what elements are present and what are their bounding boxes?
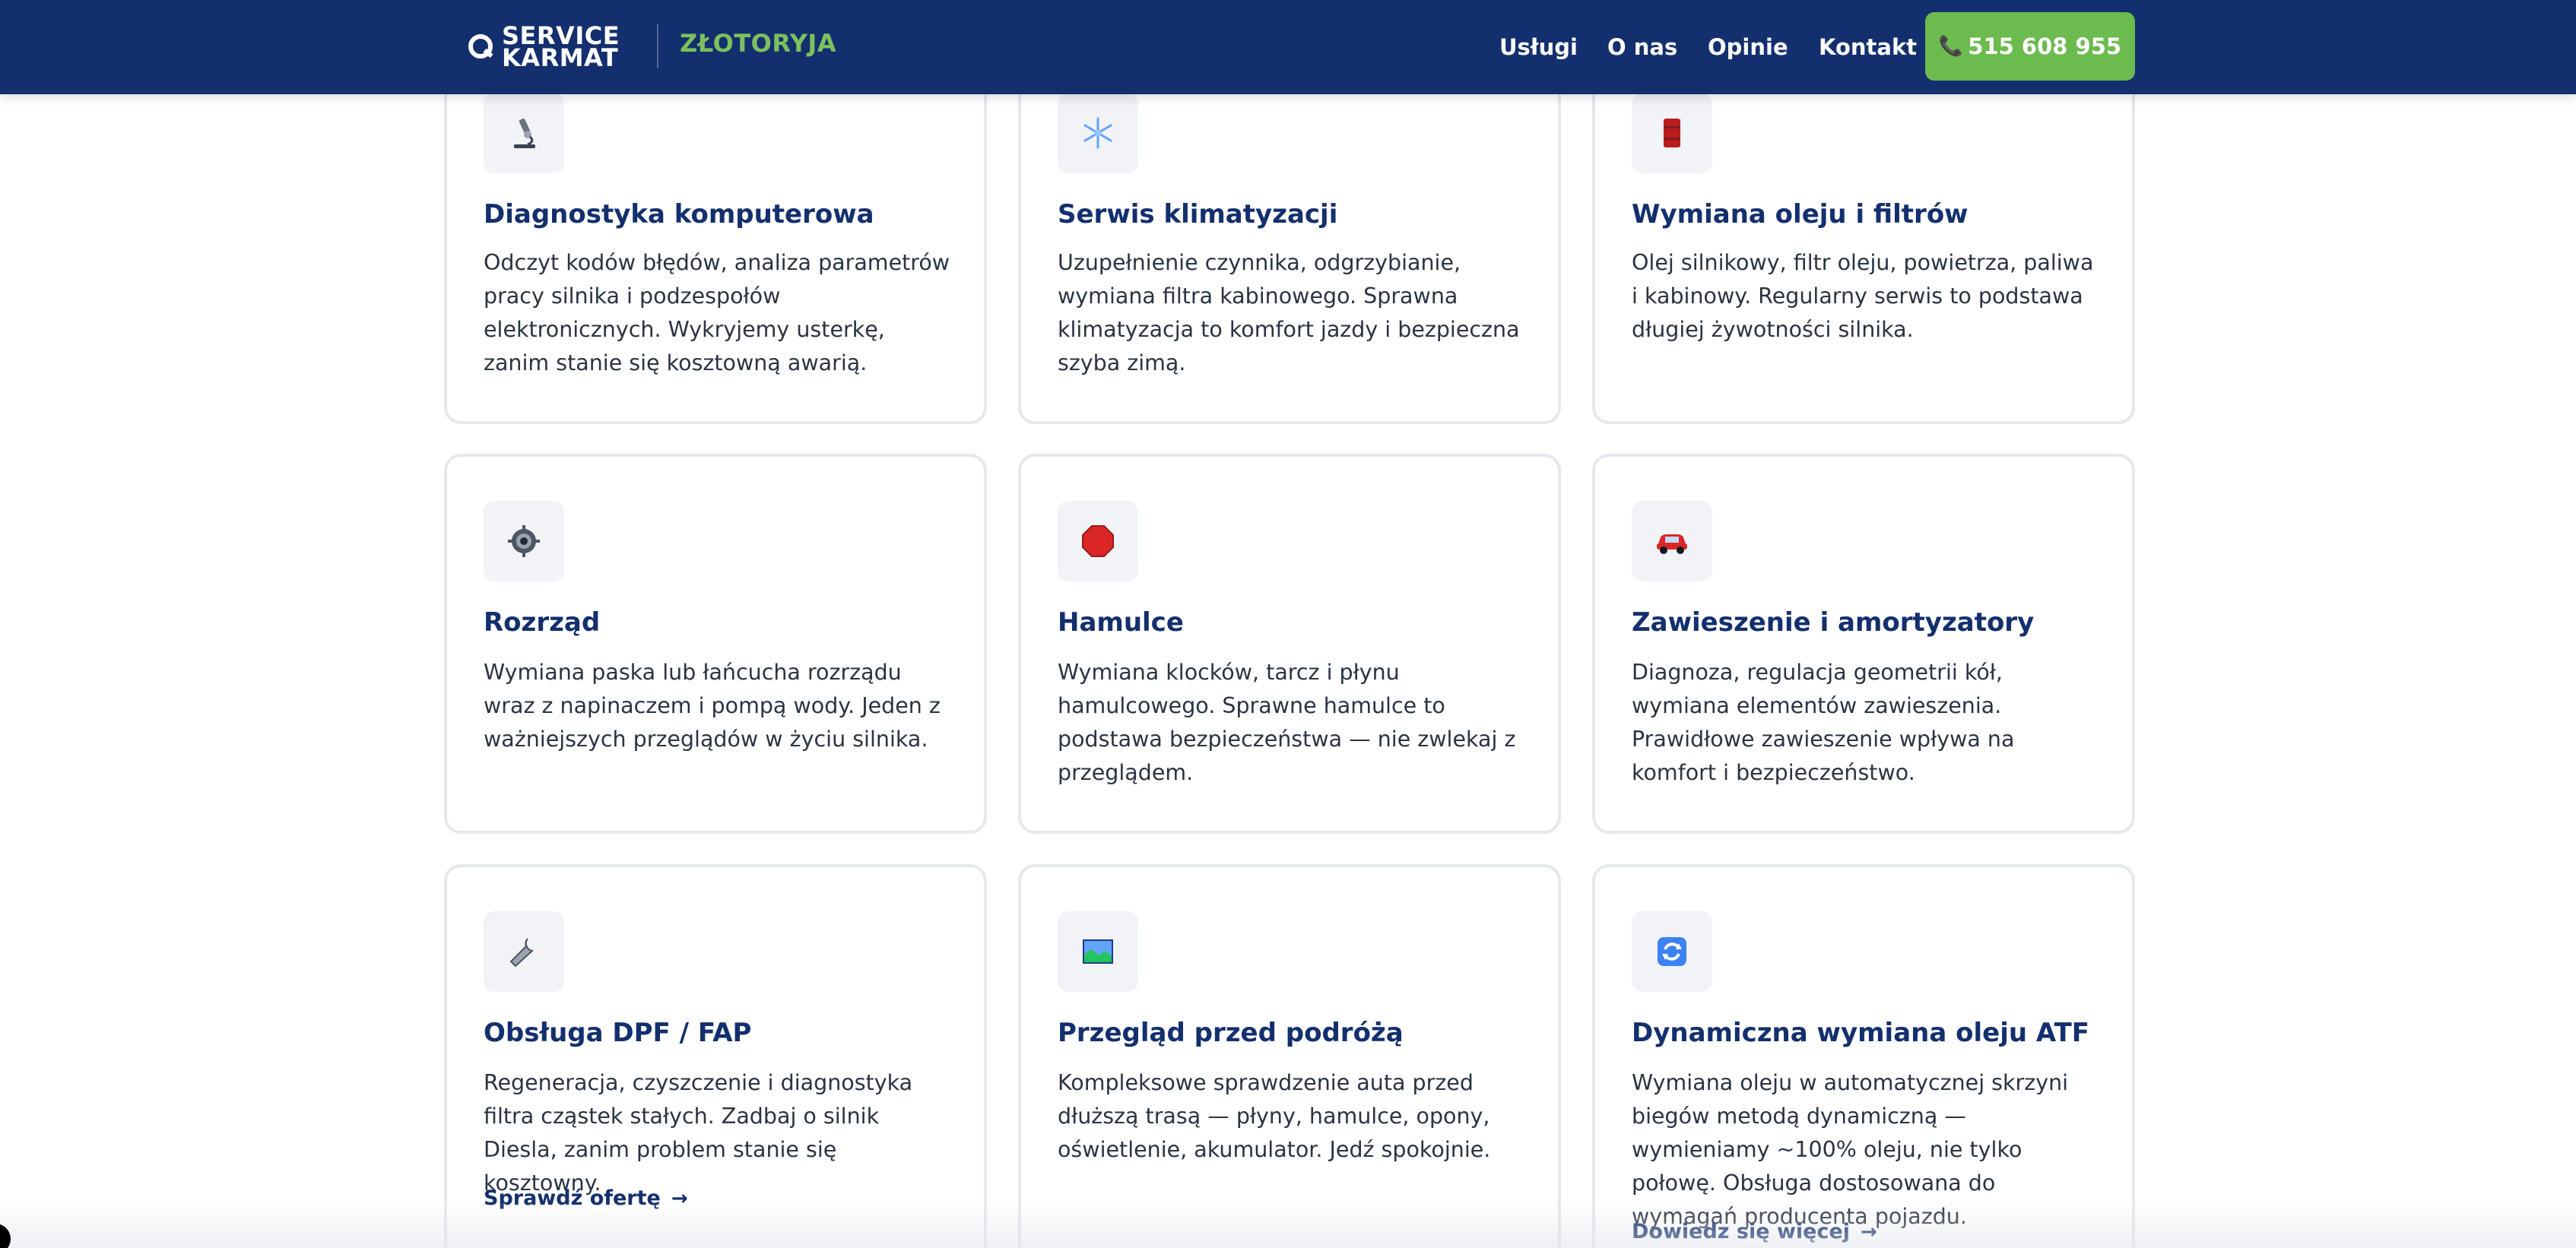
- learn-more-link-label: Dowiedz się więcej: [1632, 1220, 1851, 1243]
- service-title: Rozrząd: [484, 607, 601, 638]
- service-description: Diagnoza, regulacja geometrii kół, wymia…: [1632, 660, 2015, 785]
- service-card-diagnostyka[interactable]: Diagnostyka komputerowa Odczyt kodów błę…: [444, 65, 987, 424]
- service-title: Dynamiczna wymiana oleju ATF: [1632, 1018, 2089, 1048]
- site-header: SERVICE KARMAT ZŁOTORYJA Usługi O nas Op…: [0, 0, 2576, 94]
- phone-number: 515 608 955: [1968, 33, 2122, 59]
- logo-text-karmat: KARMAT: [502, 43, 619, 72]
- nav-link-kontakt[interactable]: Kontakt: [1819, 34, 1917, 60]
- arrow-right-icon: →: [671, 1186, 688, 1210]
- service-card-przeglad[interactable]: Przegląd przed podróżą Kompleksowe spraw…: [1018, 864, 1561, 1248]
- refresh-icon: [1632, 911, 1712, 992]
- service-title: Wymiana oleju i filtrów: [1632, 199, 1968, 230]
- logo-mark-icon: [467, 33, 496, 62]
- phone-icon: 📞: [1938, 35, 1964, 58]
- nav-item-uslugi[interactable]: Usługi: [1499, 0, 1578, 94]
- corner-artifact: [0, 1224, 11, 1248]
- service-card-hamulce[interactable]: Hamulce Wymiana klocków, tarcz i płynu h…: [1018, 454, 1561, 834]
- service-description: Wymiana klocków, tarcz i płynu hamulcowe…: [1058, 660, 1516, 785]
- service-description: Uzupełnienie czynnika, odgrzybianie, wym…: [1058, 250, 1520, 375]
- phone-call-button[interactable]: 📞 515 608 955: [1925, 12, 2135, 81]
- nav-link-onas[interactable]: O nas: [1607, 34, 1677, 60]
- service-title: Obsługa DPF / FAP: [484, 1018, 752, 1048]
- wrench-icon: [484, 911, 564, 992]
- service-description: Wymiana oleju w automatycznej skrzyni bi…: [1632, 1070, 2069, 1229]
- arrow-right-icon: →: [1861, 1220, 1877, 1243]
- microscope-icon: [484, 93, 564, 173]
- map-icon: [1058, 911, 1138, 992]
- page: Diagnostyka komputerowa Odczyt kodów błę…: [0, 0, 2576, 1248]
- service-title: Przegląd przed podróżą: [1058, 1018, 1404, 1048]
- service-card-atf[interactable]: Dynamiczna wymiana oleju ATF Wymiana ole…: [1592, 864, 2135, 1248]
- nav-item-opinie[interactable]: Opinie: [1708, 0, 1788, 94]
- service-card-zawieszenie[interactable]: Zawieszenie i amortyzatory Diagnoza, reg…: [1592, 454, 2135, 834]
- service-card-klimatyzacja[interactable]: Serwis klimatyzacji Uzupełnienie czynnik…: [1018, 65, 1561, 424]
- car-icon: [1632, 501, 1712, 581]
- gear-icon: [484, 501, 564, 581]
- nav-item-kontakt[interactable]: Kontakt: [1819, 0, 1917, 94]
- snowflake-icon: [1058, 93, 1138, 173]
- service-title: Serwis klimatyzacji: [1058, 199, 1338, 230]
- service-title: Zawieszenie i amortyzatory: [1632, 607, 2035, 638]
- service-description: Wymiana paska lub łańcucha rozrządu wraz…: [484, 660, 941, 752]
- city-name: ZŁOTORYJA: [680, 29, 837, 58]
- oil-drum-icon: [1632, 93, 1712, 173]
- service-title: Hamulce: [1058, 607, 1184, 638]
- stop-sign-icon: [1058, 501, 1138, 581]
- logo-divider: [657, 24, 658, 68]
- offer-link[interactable]: Sprawdź ofertę →: [484, 1186, 688, 1210]
- offer-link-label: Sprawdź ofertę: [484, 1186, 661, 1210]
- service-card-dpf[interactable]: Obsługa DPF / FAP Regeneracja, czyszczen…: [444, 864, 987, 1248]
- learn-more-link[interactable]: Dowiedz się więcej →: [1632, 1220, 1877, 1243]
- logo[interactable]: SERVICE KARMAT: [467, 23, 620, 71]
- service-title: Diagnostyka komputerowa: [484, 199, 874, 230]
- service-description: Olej silnikowy, filtr oleju, powietrza, …: [1632, 250, 2094, 342]
- service-description: Kompleksowe sprawdzenie auta przed dłużs…: [1058, 1070, 1491, 1162]
- nav-link-uslugi[interactable]: Usługi: [1499, 34, 1578, 60]
- service-description: Regeneracja, czyszczenie i diagnostyka f…: [484, 1070, 913, 1196]
- service-card-olej[interactable]: Wymiana oleju i filtrów Olej silnikowy, …: [1592, 65, 2135, 424]
- service-description: Odczyt kodów błędów, analiza parametrów …: [484, 250, 950, 375]
- nav-item-onas[interactable]: O nas: [1607, 0, 1677, 94]
- nav-link-opinie[interactable]: Opinie: [1708, 34, 1788, 60]
- service-card-rozrzad[interactable]: Rozrząd Wymiana paska lub łańcucha rozrz…: [444, 454, 987, 834]
